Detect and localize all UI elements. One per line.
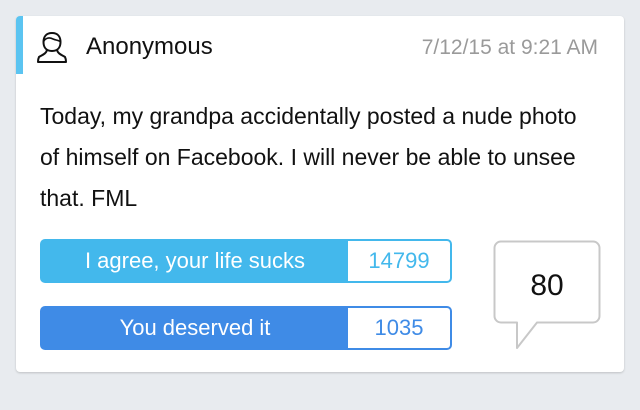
- deserved-vote-label: You deserved it: [119, 315, 271, 340]
- comment-count: 80: [530, 269, 564, 302]
- author-name: Anonymous: [86, 33, 213, 60]
- person-outline-icon: [36, 30, 68, 64]
- post-timestamp: 7/12/15 at 9:21 AM: [421, 36, 598, 59]
- agree-vote-button[interactable]: I agree, your life sucks 14799: [40, 239, 452, 283]
- agree-vote-count: 14799: [348, 241, 450, 281]
- post-header: Anonymous 7/12/15 at 9:21 AM: [16, 16, 624, 74]
- comments-button[interactable]: 80: [493, 240, 601, 352]
- story-text: Today, my grandpa accidentally posted a …: [40, 103, 577, 211]
- post-card: Anonymous 7/12/15 at 9:21 AM Today, my g…: [16, 16, 624, 372]
- deserved-vote-button[interactable]: You deserved it 1035: [40, 306, 452, 350]
- agree-vote-label: I agree, your life sucks: [84, 248, 306, 273]
- deserved-vote-count: 1035: [348, 308, 450, 348]
